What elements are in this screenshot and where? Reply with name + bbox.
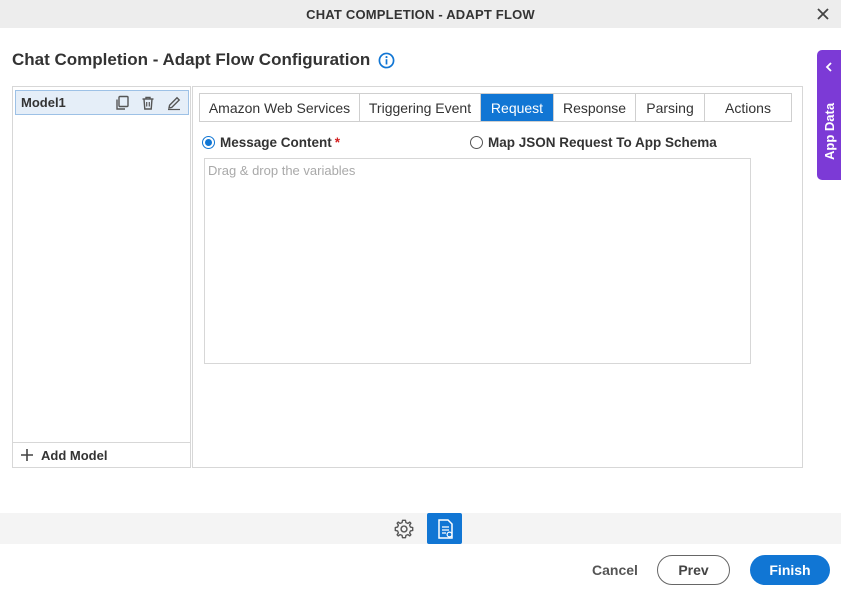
- tab-parsing[interactable]: Parsing: [636, 94, 705, 121]
- window-title: CHAT COMPLETION - ADAPT FLOW: [306, 7, 535, 22]
- page-title: Chat Completion - Adapt Flow Configurati…: [12, 50, 371, 69]
- document-settings-button[interactable]: [427, 513, 462, 544]
- bottom-toolbar: [0, 513, 841, 544]
- tab-response[interactable]: Response: [554, 94, 636, 121]
- prev-button[interactable]: Prev: [657, 555, 730, 585]
- dropzone-placeholder: Drag & drop the variables: [208, 163, 356, 178]
- trash-icon[interactable]: [140, 95, 156, 111]
- copy-icon[interactable]: [114, 95, 130, 111]
- add-model-label: Add Model: [41, 447, 108, 463]
- tab-bar: Amazon Web Services Triggering Event Req…: [199, 93, 792, 122]
- message-content-option[interactable]: Message Content *: [202, 135, 340, 150]
- cancel-button[interactable]: Cancel: [588, 556, 642, 584]
- map-json-label: Map JSON Request To App Schema: [488, 135, 717, 150]
- gear-icon[interactable]: [393, 518, 415, 540]
- variables-dropzone[interactable]: Drag & drop the variables: [204, 158, 751, 364]
- message-content-radio[interactable]: [202, 136, 215, 149]
- tab-amazon-web-services[interactable]: Amazon Web Services: [200, 94, 360, 121]
- model-name: Model1: [21, 95, 66, 110]
- add-model-button[interactable]: Add Model: [13, 442, 190, 467]
- info-icon[interactable]: [378, 52, 395, 69]
- document-settings-icon: [437, 518, 453, 539]
- map-json-option[interactable]: Map JSON Request To App Schema: [470, 135, 717, 150]
- configuration-panel: Amazon Web Services Triggering Event Req…: [192, 86, 803, 468]
- tab-request[interactable]: Request: [481, 94, 554, 121]
- tab-actions[interactable]: Actions: [705, 94, 791, 121]
- required-marker: *: [334, 135, 341, 150]
- plus-icon: [21, 449, 33, 461]
- close-icon[interactable]: [815, 6, 831, 22]
- pencil-icon[interactable]: [166, 95, 182, 111]
- page-heading: Chat Completion - Adapt Flow Configurati…: [12, 50, 395, 70]
- tab-triggering-event[interactable]: Triggering Event: [360, 94, 481, 121]
- app-data-label: App Data: [822, 102, 837, 160]
- map-json-radio[interactable]: [470, 136, 483, 149]
- finish-button[interactable]: Finish: [750, 555, 830, 585]
- app-data-tab[interactable]: App Data: [817, 50, 841, 180]
- window-titlebar: CHAT COMPLETION - ADAPT FLOW: [0, 0, 841, 28]
- model-list-panel: Model1 Add Model: [12, 86, 191, 468]
- message-content-label: Message Content: [220, 135, 332, 150]
- model-list-item[interactable]: Model1: [15, 90, 189, 115]
- chevron-left-icon: [825, 62, 832, 72]
